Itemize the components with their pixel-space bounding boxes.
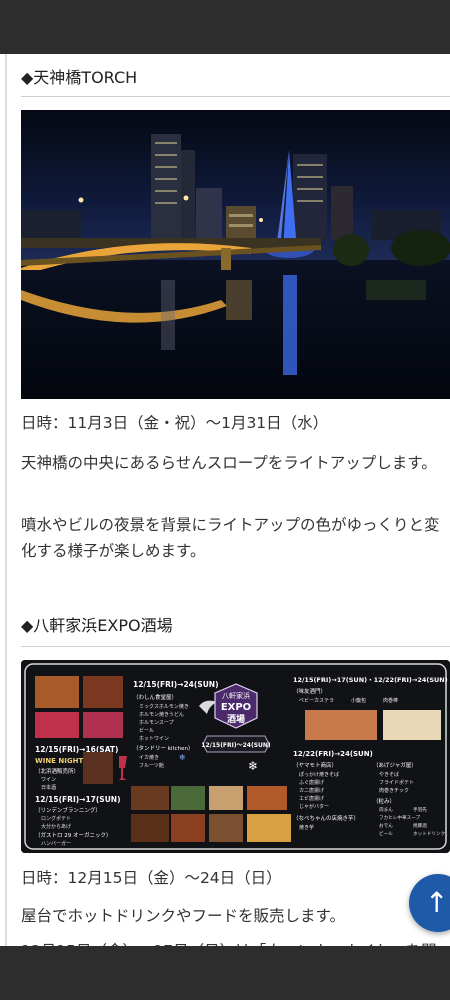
poster-date-a: 12/15(FRI)→24(SUN) <box>133 680 219 689</box>
event-description-1: 天神橋の中央にあるらせんスロープをライトアップします。 <box>21 454 437 472</box>
section-heading-expo: ◆八軒家浜EXPO酒場 <box>21 616 173 635</box>
expo-sakaba-poster: 12/15(FRI)→24(SUN) （わしん食堂屋） ミックスホルモン焼き ホ… <box>21 660 450 853</box>
poster-item: ホットドリンク <box>413 831 445 837</box>
poster-shop-e2: （なべちゃんの店焼き芋） <box>293 814 359 822</box>
poster-item: 手羽先 <box>413 806 427 813</box>
poster-shop-c: （リンデンブランニング） <box>35 806 101 814</box>
poster-item: 肉巻棒 <box>383 697 398 704</box>
poster-item: エビ唐揚げ <box>299 795 324 802</box>
snowflake-icon: ❄ <box>248 759 258 773</box>
poster-item: カニ唐揚げ <box>299 787 324 794</box>
event-date-torch: 日時：11月3日（金・祝）〜1月31日（水） <box>21 414 329 432</box>
poster-item: ロングポテト <box>41 815 71 822</box>
poster-shop-d: （味友酒門） <box>293 687 326 695</box>
divider <box>21 646 450 647</box>
poster-item: 焼き芋 <box>299 824 314 831</box>
event-date-expo: 日時：12月15日（金）〜24日（日） <box>21 869 282 887</box>
poster-item: ビール <box>379 830 393 837</box>
poster-item: イカ焼き <box>139 754 159 761</box>
poster-item: 肉巻きチック <box>379 787 409 794</box>
snowflake-icon: ❄ <box>179 753 186 762</box>
poster-item: ミックスホルモン焼き <box>139 703 189 710</box>
poster-item: 小籠包 <box>351 697 366 704</box>
poster-item: じゃがバター <box>299 803 329 810</box>
poster-item: ワイン <box>41 777 56 783</box>
poster-item: 大分からあげ <box>41 823 71 830</box>
poster-wine-night: WINE NIGHT <box>35 757 83 765</box>
poster-item: フカヒレ中華スープ <box>379 814 420 821</box>
poster-item: ハンバーガー <box>41 840 71 847</box>
poster-item: ベビーカステラ <box>299 697 334 704</box>
left-border <box>5 54 7 946</box>
poster-shop-f: （あげジャガ屋） <box>373 761 417 769</box>
event-description-2: 噴水やビルの夜景を背景にライトアップの色がゆっくりと変化する様子が楽しめます。 <box>21 516 440 560</box>
browser-bottom-bar <box>0 946 450 1000</box>
event-description-3: 屋台でホットドリンクやフードを販売します。 <box>21 907 345 925</box>
poster-item: ホルモンスープ <box>139 720 174 726</box>
poster-shop-a2: （タンドリー kitchen） <box>133 744 194 752</box>
poster-date-e: 12/22(FRI)→24(SUN) <box>293 750 373 758</box>
article-content[interactable]: ◆天神橋TORCH 日時：11月3日（金・祝）〜1月31日（水） 天神橋の中央に… <box>0 54 450 946</box>
poster-date-d: 12/15(FRI)→17(SUN)・12/22(FRI)→24(SUN) <box>293 676 448 684</box>
torch-night-photo <box>21 110 450 399</box>
poster-item: 焼豚酒 <box>413 822 427 829</box>
poster-item: やきそば <box>379 771 399 778</box>
poster-item: ホットワイン <box>139 736 169 742</box>
arrow-up-icon: ↑ <box>425 886 449 919</box>
poster-item: 肉まん <box>379 806 393 813</box>
poster-item: フライドポテト <box>379 779 414 786</box>
divider <box>21 96 450 97</box>
poster-item: ぽっかけ焼きそば <box>299 771 339 778</box>
poster-shop-c2: （ガストロ 29 オーガニック） <box>35 831 112 839</box>
poster-logo-main: EXPO <box>221 702 251 713</box>
poster-item: おでん <box>379 822 393 829</box>
browser-top-bar <box>0 0 450 54</box>
poster-date-c: 12/15(FRI)→17(SUN) <box>35 795 121 804</box>
poster-shop-f2: （粒み） <box>373 797 395 805</box>
poster-shop-e: （ヤマモト商店） <box>293 761 337 769</box>
poster-item: ふぐ唐揚げ <box>299 779 324 786</box>
event-description-4: 12月15日（金）〜17日（日）は「ウィンナーナイト」を開 <box>21 938 445 946</box>
poster-logo-bottom: 酒場 <box>227 713 245 725</box>
poster-item: ホルモン焼きうどん <box>139 711 184 718</box>
poster-item: フルーツ飴 <box>139 762 164 769</box>
poster-logo-top: 八軒家浜 <box>222 691 250 700</box>
poster-item: 日本酒 <box>41 784 56 791</box>
poster-shop-a: （わしん食堂屋） <box>133 693 177 701</box>
poster-shop-b: （北浜酒販売所） <box>35 767 79 775</box>
poster-item: ビール <box>139 727 154 734</box>
poster-ribbon: 12/15(FRI)〜24(SUN) <box>201 742 271 749</box>
section-heading-torch: ◆天神橋TORCH <box>21 68 138 87</box>
